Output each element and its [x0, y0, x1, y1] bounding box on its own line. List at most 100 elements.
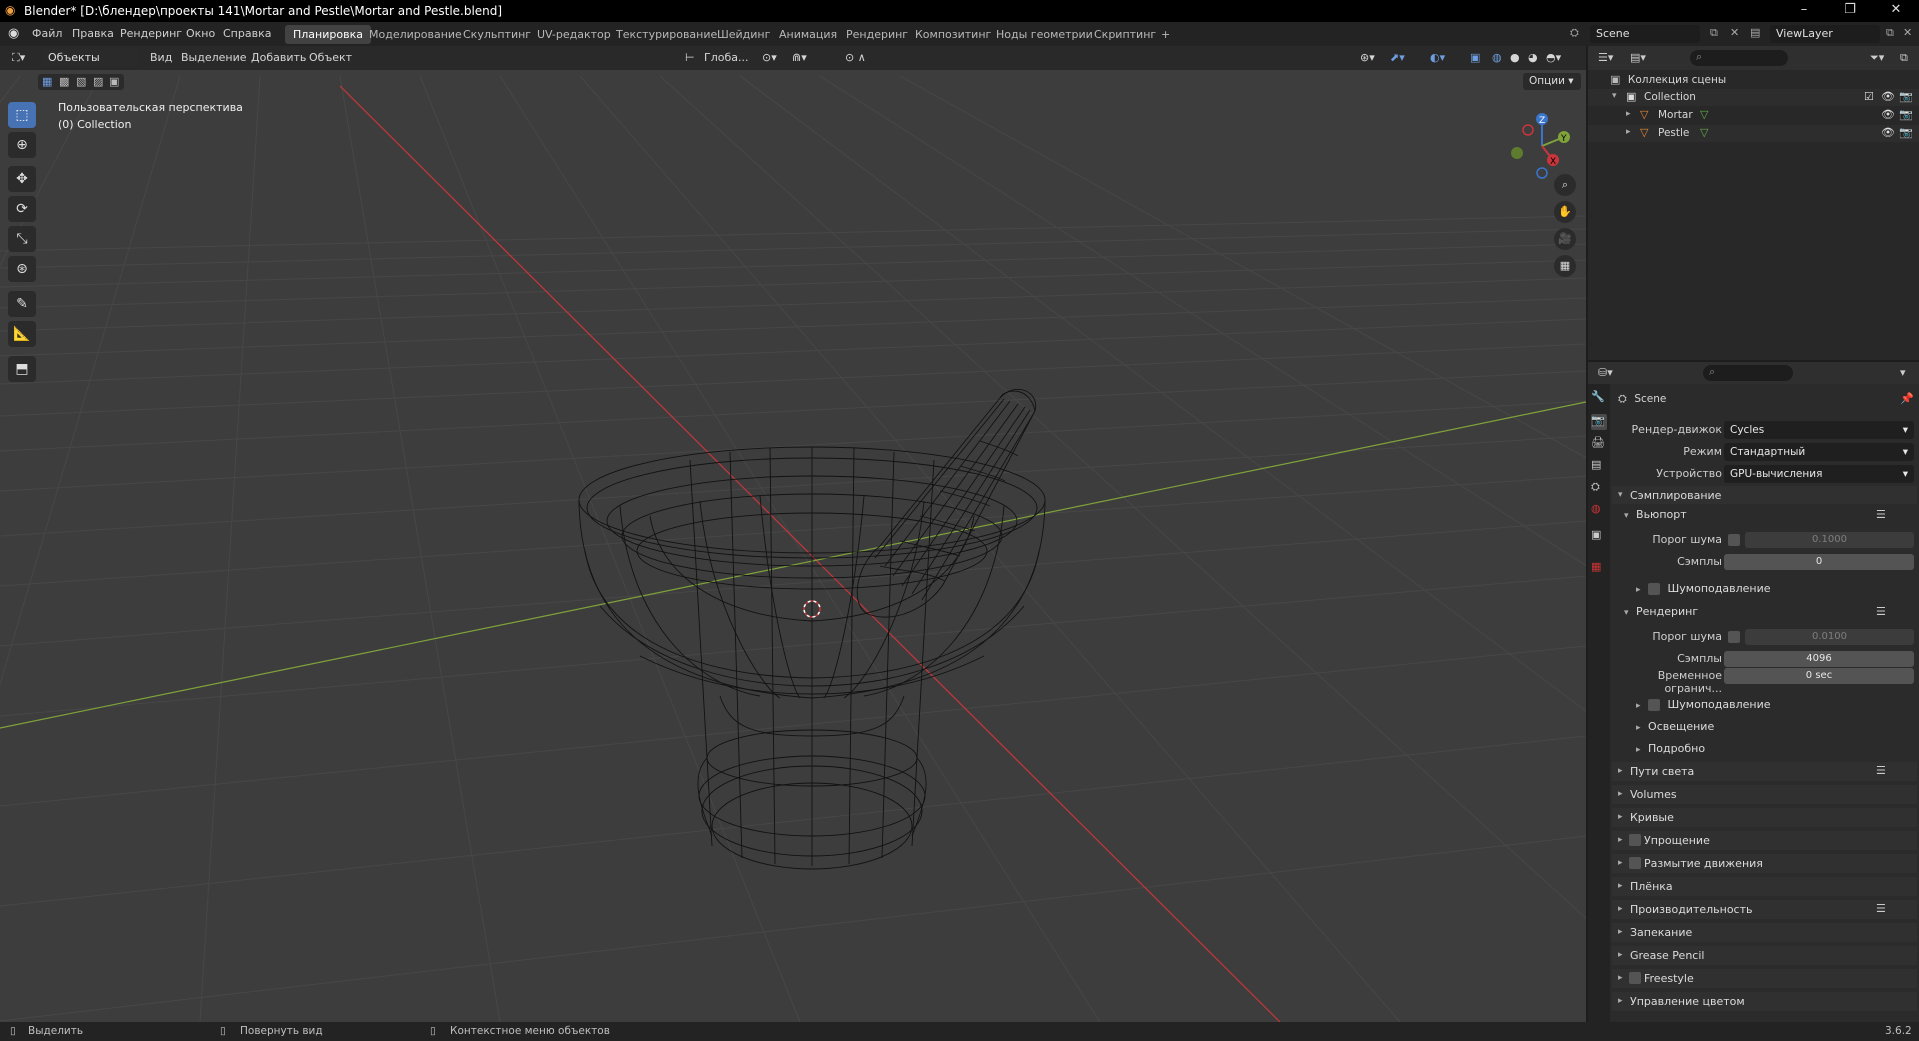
gizmo-toggle-icon[interactable]: ⬈▾: [1390, 51, 1405, 64]
transform-tool[interactable]: ⊛: [8, 256, 36, 282]
select-intersect-icon[interactable]: ▣: [109, 75, 119, 88]
select-mode-buttons[interactable]: ▦ ▩ ▧ ▨ ▣: [38, 74, 124, 90]
editor-type-icon[interactable]: ⛶▾: [12, 51, 25, 65]
outliner-search-input[interactable]: ⌕: [1690, 50, 1788, 66]
3d-viewport[interactable]: ⛶▾ Объекты Вид Выделение Добавить Объект…: [0, 46, 1586, 1022]
presets-list-icon[interactable]: ☰: [1876, 508, 1886, 521]
presets-list-icon[interactable]: ☰: [1876, 764, 1886, 777]
outliner-row-collection[interactable]: ▾ ▣ Collection ☑ 👁 📷: [1588, 89, 1919, 106]
menu-view[interactable]: Вид: [150, 51, 172, 64]
viewport-noise-threshold-field[interactable]: 0.1000: [1745, 532, 1914, 548]
view-layer-selector[interactable]: ViewLayer: [1770, 25, 1880, 43]
visibility-eye-icon[interactable]: 👁: [1881, 90, 1895, 103]
texture-tab-icon[interactable]: ▦: [1591, 560, 1607, 576]
simplify-panel[interactable]: ▸ Упрощение: [1612, 831, 1917, 850]
visibility-eye-icon[interactable]: 👁: [1881, 126, 1895, 139]
snap-icon[interactable]: ⋒▾: [792, 51, 807, 64]
render-denoise-subpanel[interactable]: ▸ Шумоподавление: [1636, 698, 1771, 711]
cursor-tool[interactable]: ⊕: [8, 132, 36, 158]
material-shading-icon[interactable]: ◕: [1528, 51, 1538, 64]
expand-pestle-icon[interactable]: ▸: [1626, 127, 1631, 137]
rotate-tool[interactable]: ⟳: [8, 196, 36, 222]
menu-object[interactable]: Объект: [309, 51, 352, 64]
advanced-subpanel[interactable]: ▸ Подробно: [1636, 742, 1705, 755]
scene-tab-icon[interactable]: ⛭: [1591, 480, 1607, 496]
tab-texturing[interactable]: Текстурирование: [608, 25, 725, 44]
tab-animation[interactable]: Анимация: [771, 25, 845, 44]
menu-edit[interactable]: Правка: [72, 27, 114, 40]
time-limit-field[interactable]: 0 sec: [1724, 668, 1914, 684]
render-noise-threshold-field[interactable]: 0.0100: [1745, 629, 1914, 645]
simplify-checkbox[interactable]: [1629, 834, 1641, 846]
film-panel[interactable]: ▸ Плёнка: [1612, 877, 1917, 896]
select-extend-icon[interactable]: ▩: [59, 75, 69, 88]
properties-editor-icon[interactable]: ⛁▾: [1598, 366, 1613, 379]
world-tab-icon[interactable]: ◍: [1591, 502, 1607, 518]
render-tab-icon[interactable]: 📷: [1591, 414, 1607, 430]
viewport-samples-field[interactable]: 0: [1724, 554, 1914, 570]
blender-menu-icon[interactable]: ◉: [8, 26, 19, 41]
add-cube-tool[interactable]: ⬒: [8, 356, 36, 382]
performance-panel[interactable]: ▸ Производительность ☰: [1612, 900, 1917, 919]
maximize-button[interactable]: ❐: [1827, 0, 1873, 22]
render-camera-icon[interactable]: 📷: [1899, 108, 1913, 121]
solid-shading-icon[interactable]: ●: [1510, 51, 1520, 64]
sampling-panel-header[interactable]: ▾ Сэмплирование: [1612, 486, 1917, 504]
close-button[interactable]: ✕: [1873, 0, 1919, 22]
tab-compositing[interactable]: Композитинг: [907, 25, 999, 44]
mode-selector[interactable]: Объекты: [42, 49, 138, 67]
color-management-panel[interactable]: ▸ Управление цветом: [1612, 992, 1917, 1011]
motion-blur-checkbox[interactable]: [1629, 857, 1641, 869]
scale-tool[interactable]: ⤡: [8, 226, 36, 252]
render-camera-icon[interactable]: 📷: [1899, 126, 1913, 139]
feature-set-dropdown[interactable]: Стандартный ▾: [1724, 443, 1914, 461]
viewport-noise-threshold-checkbox[interactable]: [1728, 534, 1740, 546]
tab-geometry-nodes[interactable]: Ноды геометрии: [988, 25, 1101, 44]
viewport-subpanel-header[interactable]: ▾ Вьюпорт: [1624, 508, 1687, 521]
new-collection-icon[interactable]: ⧉: [1900, 51, 1908, 65]
tab-layout[interactable]: Планировка: [285, 25, 371, 44]
menu-help[interactable]: Справка: [223, 27, 271, 40]
render-denoise-checkbox[interactable]: [1648, 699, 1661, 711]
delete-scene-icon[interactable]: ✕: [1730, 26, 1739, 39]
select-new-icon[interactable]: ▦: [42, 75, 52, 88]
tab-modeling[interactable]: Моделирование: [361, 25, 470, 44]
rendered-shading-icon[interactable]: ◓▾: [1546, 51, 1561, 64]
tool-tab-icon[interactable]: 🔧: [1591, 390, 1607, 406]
device-dropdown[interactable]: GPU-вычисления ▾: [1724, 465, 1914, 483]
scene-selector[interactable]: Scene: [1590, 25, 1700, 43]
lighting-subpanel[interactable]: ▸ Освещение: [1636, 720, 1714, 733]
select-subtract-icon[interactable]: ▧: [76, 75, 86, 88]
filter-icon[interactable]: ⏷▾: [1870, 51, 1884, 65]
outliner-row-mortar[interactable]: ▸ ▽ Mortar ▽ 👁 📷: [1588, 107, 1919, 124]
render-camera-icon[interactable]: 📷: [1899, 90, 1913, 103]
proportional-edit-icon[interactable]: ⊙ ∧: [845, 51, 866, 64]
new-scene-icon[interactable]: ⧉: [1710, 26, 1718, 40]
exclude-checkbox-icon[interactable]: ☑: [1864, 90, 1874, 103]
menu-select[interactable]: Выделение: [181, 51, 247, 64]
freestyle-checkbox[interactable]: [1629, 972, 1641, 984]
view-layer-tab-icon[interactable]: ▤: [1591, 458, 1607, 474]
light-paths-panel[interactable]: ▸ Пути света ☰: [1612, 762, 1917, 781]
viewport-denoise-subpanel[interactable]: ▸ Шумоподавление: [1636, 582, 1771, 595]
grease-pencil-panel[interactable]: ▸ Grease Pencil: [1612, 946, 1917, 965]
move-tool[interactable]: ✥: [8, 166, 36, 192]
mortar-pestle-wireframe[interactable]: [0, 46, 1586, 1022]
pin-icon[interactable]: 📌: [1900, 392, 1914, 405]
outliner-editor-icon[interactable]: ☰▾: [1598, 51, 1613, 64]
delete-view-layer-icon[interactable]: ✕: [1903, 26, 1912, 39]
render-subpanel-header[interactable]: ▾ Рендеринг: [1624, 605, 1698, 618]
motion-blur-panel[interactable]: ▸ Размытие движения: [1612, 854, 1917, 873]
annotate-tool[interactable]: ✎: [8, 291, 36, 317]
overlays-icon[interactable]: ◐▾: [1430, 51, 1445, 64]
menu-add[interactable]: Добавить: [251, 51, 306, 64]
properties-search-input[interactable]: ⌕: [1703, 365, 1793, 381]
tab-sculpting[interactable]: Скульптинг: [455, 25, 539, 44]
collection-tab-icon[interactable]: ▣: [1591, 528, 1607, 544]
viewport-denoise-checkbox[interactable]: [1648, 583, 1661, 595]
menu-render[interactable]: Рендеринг: [120, 27, 182, 40]
mesh-data-icon[interactable]: ▽: [1700, 108, 1708, 121]
select-invert-icon[interactable]: ▨: [93, 75, 103, 88]
visibility-icon[interactable]: ⊛▾: [1360, 51, 1375, 64]
display-mode-icon[interactable]: ▤▾: [1630, 51, 1646, 64]
